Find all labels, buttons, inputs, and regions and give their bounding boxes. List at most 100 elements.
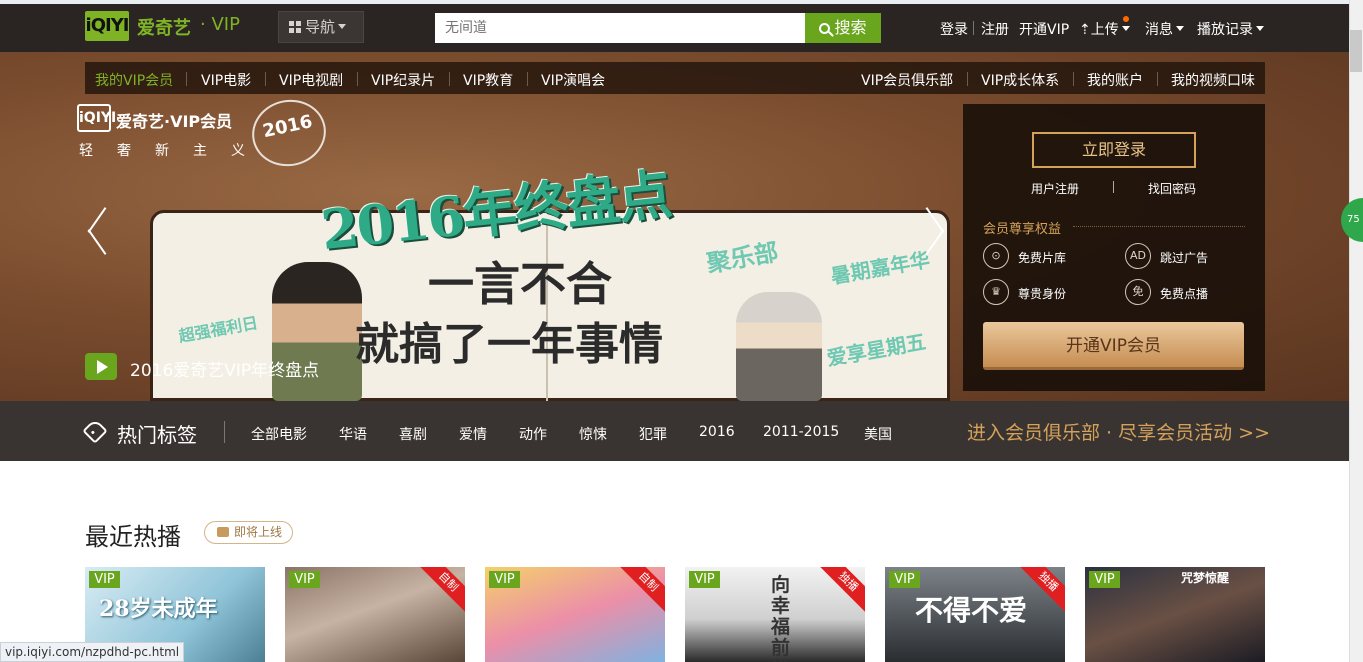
history-menu[interactable]: 播放记录 (1197, 19, 1264, 39)
subnav-vip-tv[interactable]: VIP电视剧 (279, 70, 343, 90)
iqiyi-logo[interactable]: iQIYI (85, 11, 129, 41)
subnav-my-vip[interactable]: 我的VIP会员 (95, 70, 173, 90)
rights-title: 会员尊享权益 (983, 222, 1062, 237)
login-link[interactable]: 登录 (940, 19, 968, 39)
tag-chinese[interactable]: 华语 (339, 424, 367, 444)
play-icon[interactable] (85, 353, 117, 380)
crown-icon: ♛ (983, 279, 1009, 305)
poster-title: 不得不爱 (915, 594, 1028, 627)
vip-badge: VIP (89, 571, 120, 588)
subnav-vip-education[interactable]: VIP教育 (463, 70, 513, 90)
poster-card[interactable]: VIP 独播 向幸福前进 (685, 567, 865, 662)
subnav-vip-club[interactable]: VIP会员俱乐部 (861, 70, 953, 90)
search-input[interactable] (435, 13, 805, 43)
subnav-vip-concert[interactable]: VIP演唱会 (541, 70, 605, 90)
upload-icon: ⇡ (1079, 22, 1091, 38)
tag-all-movies[interactable]: 全部电影 (251, 424, 307, 444)
benefit-free-on-demand: 免费点播 (1160, 287, 1209, 301)
poster-title: 向幸福前进 (771, 574, 791, 662)
banner-caption[interactable]: 2016爱奇艺VIP年终盘点 (130, 356, 319, 381)
carousel-next-arrow[interactable] (918, 208, 944, 254)
logo-text[interactable]: 爱奇艺 (137, 14, 191, 40)
benefit-skip-ads: 跳过广告 (1160, 251, 1209, 265)
subnav-vip-movies[interactable]: VIP电影 (201, 70, 251, 90)
subnav-growth-system[interactable]: VIP成长体系 (981, 70, 1059, 90)
tag-action[interactable]: 动作 (519, 424, 547, 444)
upload-menu[interactable]: ⇡上传 (1079, 19, 1130, 39)
grid-icon (289, 21, 301, 33)
original-corner-badge: 自制 (416, 567, 465, 614)
divider (527, 72, 528, 86)
tag-usa[interactable]: 美国 (864, 424, 892, 444)
chevron-down-icon (1121, 26, 1130, 31)
tag-thriller[interactable]: 惊悚 (579, 424, 607, 444)
subnav-video-taste[interactable]: 我的视频口味 (1171, 70, 1255, 90)
divider (1113, 181, 1114, 193)
divider (449, 72, 450, 86)
banner-slogan: 轻奢新主义 (79, 143, 269, 159)
open-vip-link[interactable]: 开通VIP (1019, 19, 1069, 39)
exclusive-corner-badge: 独播 (816, 567, 865, 614)
section-title: 最近热播 (85, 523, 181, 551)
banner-brand: 爱奇艺·VIP会员 (116, 112, 233, 131)
chevron-down-icon (338, 24, 347, 29)
divider (1073, 72, 1074, 86)
poster-card[interactable]: VIP 独播 不得不爱 (885, 567, 1065, 662)
notification-dot (1123, 16, 1129, 22)
divider (186, 72, 187, 86)
search-icon (819, 23, 831, 34)
nav-label: 导航 (305, 18, 336, 36)
banner-iqiyi-logo: iQIYI (77, 104, 116, 132)
tag-romance[interactable]: 爱情 (459, 424, 487, 444)
open-vip-button[interactable]: 开通VIP会员 (983, 322, 1244, 370)
ad-skip-icon: AD (1125, 243, 1151, 269)
vip-badge: VIP (1089, 571, 1120, 588)
divider (224, 421, 225, 443)
subnav-my-account[interactable]: 我的账户 (1087, 70, 1143, 90)
actor-figure-right (736, 292, 822, 401)
tag-comedy[interactable]: 喜剧 (399, 424, 427, 444)
divider (967, 72, 968, 86)
benefit-noble-identity: 尊贵身份 (1018, 287, 1067, 301)
poster-card[interactable]: VIP 自制 (485, 567, 665, 662)
divider (1157, 72, 1158, 86)
benefit-free-library: 免费片库 (1018, 251, 1067, 265)
subnav-vip-documentary[interactable]: VIP纪录片 (371, 70, 435, 90)
poster-title: 咒梦惊醒 (1181, 571, 1230, 585)
register-link[interactable]: 注册 (981, 19, 1009, 39)
login-now-button[interactable]: 立即登录 (1032, 132, 1196, 168)
original-corner-badge: 自制 (616, 567, 665, 614)
dotted-divider (1073, 226, 1245, 227)
recover-password-link[interactable]: 找回密码 (1148, 180, 1196, 197)
poster-card[interactable]: VIP 咒梦惊醒 (1085, 567, 1265, 662)
vip-badge: VIP (489, 571, 520, 588)
banner-line-1: 一言不合 (428, 257, 612, 311)
free-icon: 免 (1125, 279, 1151, 305)
vip-club-link[interactable]: 进入会员俱乐部 · 尽享会员活动 >> (967, 418, 1270, 445)
search-button-label: 搜索 (834, 18, 867, 37)
nav-dropdown-button[interactable]: 导航 (278, 11, 364, 43)
divider (357, 72, 358, 86)
status-bar-url: vip.iqiyi.com/nzpdhd-pc.html (0, 642, 185, 662)
scrollbar[interactable] (1349, 0, 1363, 662)
tag-2011-2015[interactable]: 2011-2015 (763, 424, 839, 440)
tag-crime[interactable]: 犯罪 (639, 424, 667, 444)
divider (265, 72, 266, 86)
divider (973, 21, 974, 35)
chevron-down-icon (1256, 26, 1264, 31)
vip-badge: VIP (289, 571, 320, 588)
search-button[interactable]: 搜索 (805, 13, 881, 43)
user-register-link[interactable]: 用户注册 (1031, 180, 1079, 197)
chevron-down-icon (1176, 26, 1184, 31)
carousel-prev-arrow[interactable] (88, 208, 114, 254)
poster-card[interactable]: VIP 自制 (285, 567, 465, 662)
scrollbar-thumb[interactable] (1350, 30, 1362, 72)
banner-line-2: 就搞了一年事情 (355, 319, 663, 370)
upcoming-button[interactable]: 即将上线 (204, 521, 293, 544)
messages-menu[interactable]: 消息 (1145, 19, 1184, 39)
tag-2016[interactable]: 2016 (699, 424, 735, 440)
logo-vip-suffix: · VIP (200, 14, 240, 35)
film-reel-icon: ⊙ (983, 243, 1009, 269)
hot-tags-title: 热门标签 (117, 423, 197, 447)
history-label: 播放记录 (1197, 22, 1253, 38)
